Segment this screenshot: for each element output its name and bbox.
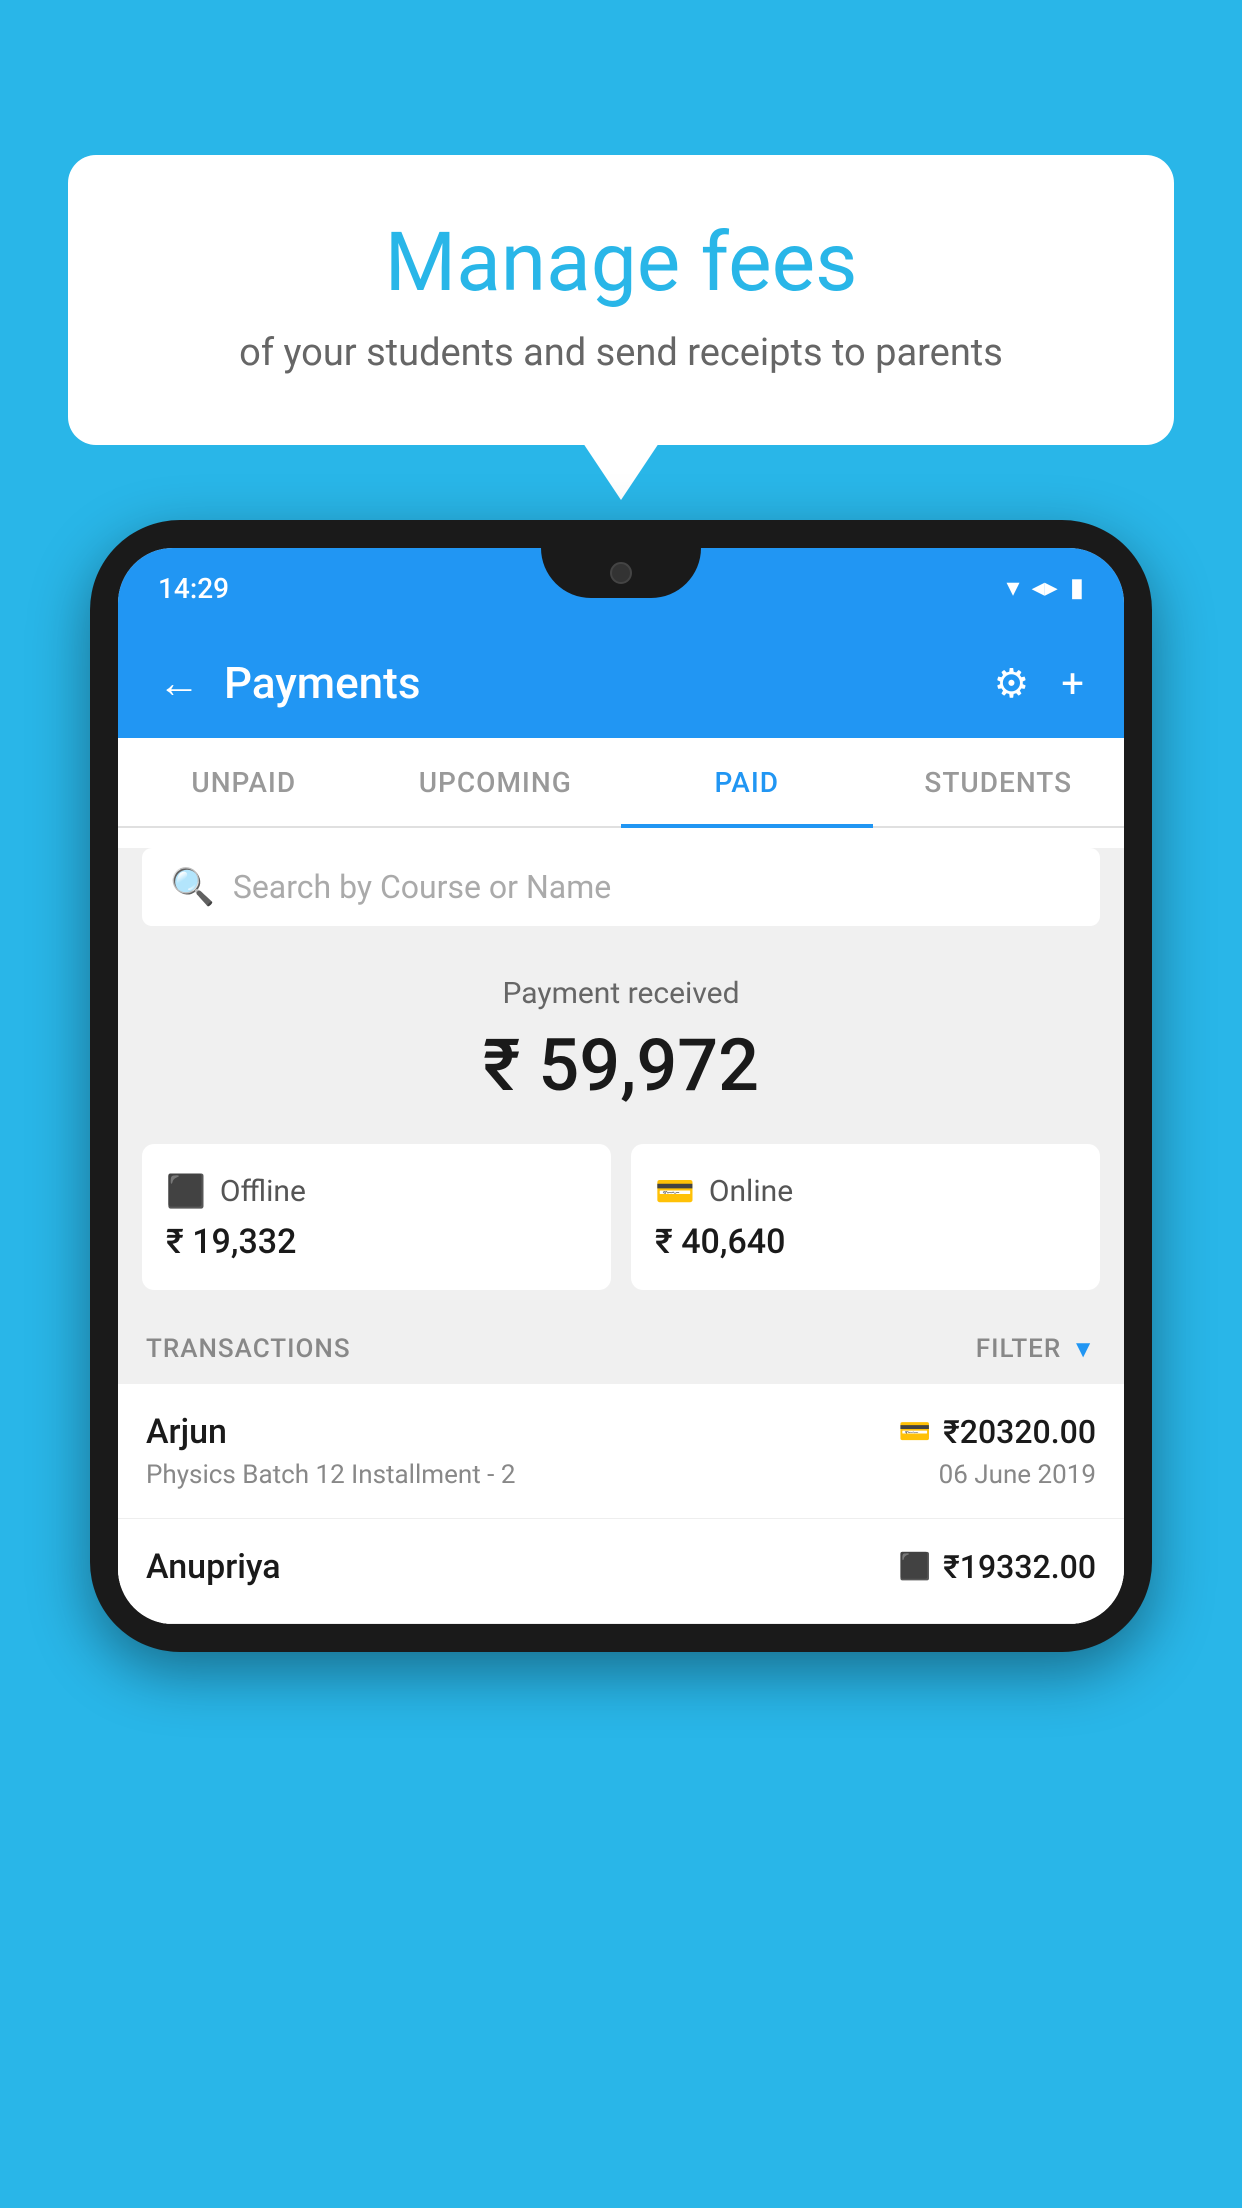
filter-label: FILTER <box>976 1334 1061 1364</box>
transaction-detail: Physics Batch 12 Installment - 2 <box>146 1460 515 1490</box>
page-title: Payments <box>224 657 420 709</box>
header-left: ← Payments <box>158 657 420 709</box>
transaction-type-icon: ⬛ <box>899 1552 931 1582</box>
offline-card-header: ⬛ Offline <box>166 1172 587 1210</box>
transaction-row[interactable]: Anupriya ⬛ ₹19332.00 <box>118 1519 1124 1624</box>
transaction-name: Arjun <box>146 1412 227 1452</box>
transaction-amount: ₹19332.00 <box>943 1548 1096 1586</box>
camera <box>610 562 632 584</box>
signal-icon: ◂▸ <box>1032 573 1058 603</box>
speech-bubble-container: Manage fees of your students and send re… <box>68 155 1174 445</box>
back-button[interactable]: ← <box>158 659 200 708</box>
transactions-label: TRANSACTIONS <box>146 1334 351 1364</box>
search-bar[interactable]: 🔍 Search by Course or Name <box>142 848 1100 926</box>
payment-received-amount: ₹ 59,972 <box>142 1023 1100 1108</box>
header-right: ⚙ + <box>993 660 1084 707</box>
transaction-amount-row: 💳 ₹20320.00 <box>899 1413 1096 1451</box>
transaction-name: Anupriya <box>146 1547 281 1587</box>
offline-card: ⬛ Offline ₹ 19,332 <box>142 1144 611 1290</box>
transaction-type-icon: 💳 <box>899 1417 931 1447</box>
offline-icon: ⬛ <box>166 1172 206 1210</box>
transaction-top: Arjun 💳 ₹20320.00 <box>146 1412 1096 1452</box>
status-icons: ▾ ◂▸ ▮ <box>1007 573 1084 603</box>
payment-cards: ⬛ Offline ₹ 19,332 💳 Online ₹ 40,640 <box>118 1128 1124 1314</box>
transaction-bottom: Physics Batch 12 Installment - 2 06 June… <box>146 1460 1096 1490</box>
transaction-row[interactable]: Arjun 💳 ₹20320.00 Physics Batch 12 Insta… <box>118 1384 1124 1519</box>
app-header: ← Payments ⚙ + <box>118 628 1124 738</box>
battery-icon: ▮ <box>1070 573 1084 603</box>
add-icon[interactable]: + <box>1061 660 1084 707</box>
online-card: 💳 Online ₹ 40,640 <box>631 1144 1100 1290</box>
settings-icon[interactable]: ⚙ <box>993 660 1029 707</box>
online-label: Online <box>709 1174 793 1209</box>
online-amount: ₹ 40,640 <box>655 1222 1076 1262</box>
filter-button[interactable]: FILTER ▼ <box>976 1334 1096 1364</box>
online-icon: 💳 <box>655 1172 695 1210</box>
filter-icon: ▼ <box>1071 1335 1096 1364</box>
tabs-container: UNPAID UPCOMING PAID STUDENTS <box>118 738 1124 828</box>
wifi-icon: ▾ <box>1007 573 1020 603</box>
bubble-title: Manage fees <box>148 215 1094 311</box>
transaction-date: 06 June 2019 <box>939 1460 1096 1490</box>
payment-summary: Payment received ₹ 59,972 <box>118 946 1124 1128</box>
search-icon: 🔍 <box>170 866 215 908</box>
payment-received-label: Payment received <box>142 976 1100 1011</box>
search-placeholder: Search by Course or Name <box>233 868 611 906</box>
bubble-subtitle: of your students and send receipts to pa… <box>148 331 1094 375</box>
phone-device: 14:29 ▾ ◂▸ ▮ ← Payments ⚙ + <box>90 520 1152 1652</box>
tab-paid[interactable]: PAID <box>621 738 873 826</box>
status-time: 14:29 <box>158 572 229 605</box>
status-bar: 14:29 ▾ ◂▸ ▮ <box>118 548 1124 628</box>
offline-label: Offline <box>220 1174 306 1209</box>
tab-students[interactable]: STUDENTS <box>873 738 1125 826</box>
online-card-header: 💳 Online <box>655 1172 1076 1210</box>
transactions-header: TRANSACTIONS FILTER ▼ <box>118 1314 1124 1384</box>
notch <box>541 548 701 598</box>
phone-wrapper: 14:29 ▾ ◂▸ ▮ ← Payments ⚙ + <box>90 520 1152 1652</box>
transaction-amount: ₹20320.00 <box>943 1413 1096 1451</box>
tab-unpaid[interactable]: UNPAID <box>118 738 370 826</box>
transaction-top: Anupriya ⬛ ₹19332.00 <box>146 1547 1096 1587</box>
offline-amount: ₹ 19,332 <box>166 1222 587 1262</box>
speech-bubble: Manage fees of your students and send re… <box>68 155 1174 445</box>
transaction-amount-row: ⬛ ₹19332.00 <box>899 1548 1096 1586</box>
tab-upcoming[interactable]: UPCOMING <box>370 738 622 826</box>
content-area: 🔍 Search by Course or Name Payment recei… <box>118 848 1124 1624</box>
phone-inner: 14:29 ▾ ◂▸ ▮ ← Payments ⚙ + <box>118 548 1124 1624</box>
